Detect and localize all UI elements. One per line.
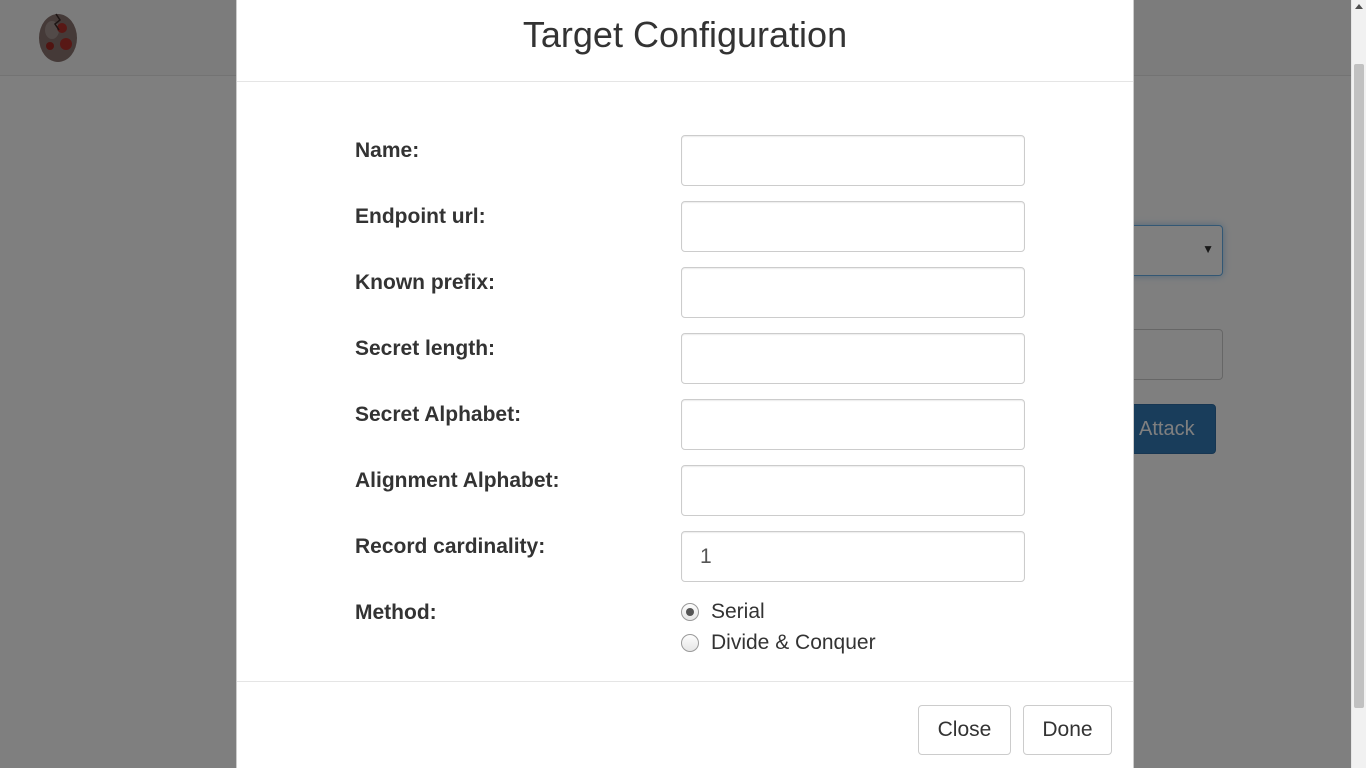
modal-footer: Close Done bbox=[237, 681, 1133, 768]
target-configuration-modal: Target Configuration Name: Endpoint url:… bbox=[236, 0, 1134, 768]
name-input[interactable] bbox=[681, 135, 1025, 186]
known-prefix-label: Known prefix: bbox=[355, 271, 495, 294]
secret-alphabet-label: Secret Alphabet: bbox=[355, 403, 522, 426]
close-button[interactable]: Close bbox=[918, 705, 1011, 755]
record-cardinality-input[interactable] bbox=[681, 531, 1025, 582]
divide-conquer-radio-label: Divide & Conquer bbox=[711, 631, 876, 654]
method-label: Method: bbox=[355, 601, 437, 624]
modal-title: Target Configuration bbox=[522, 14, 848, 55]
name-label: Name: bbox=[355, 139, 420, 162]
divide-conquer-radio[interactable] bbox=[681, 634, 699, 652]
scrollbar[interactable] bbox=[1351, 0, 1366, 768]
modal-header: Target Configuration bbox=[237, 0, 1133, 82]
serial-radio-label: Serial bbox=[711, 600, 765, 623]
record-cardinality-label: Record cardinality: bbox=[355, 535, 546, 558]
endpoint-url-input[interactable] bbox=[681, 201, 1025, 252]
alignment-alphabet-label: Alignment Alphabet: bbox=[355, 469, 560, 492]
secret-length-input[interactable] bbox=[681, 333, 1025, 384]
serial-radio[interactable] bbox=[681, 603, 699, 621]
secret-length-label: Secret length: bbox=[355, 337, 496, 360]
done-button[interactable]: Done bbox=[1023, 705, 1112, 755]
secret-alphabet-input[interactable] bbox=[681, 399, 1025, 450]
scrollbar-thumb[interactable] bbox=[1354, 64, 1364, 708]
alignment-alphabet-input[interactable] bbox=[681, 465, 1025, 516]
method-option-serial[interactable]: Serial bbox=[681, 600, 765, 624]
scroll-up-arrow-icon[interactable] bbox=[1355, 4, 1363, 9]
endpoint-url-label: Endpoint url: bbox=[355, 205, 486, 228]
known-prefix-input[interactable] bbox=[681, 267, 1025, 318]
method-option-divide-conquer[interactable]: Divide & Conquer bbox=[681, 631, 876, 655]
